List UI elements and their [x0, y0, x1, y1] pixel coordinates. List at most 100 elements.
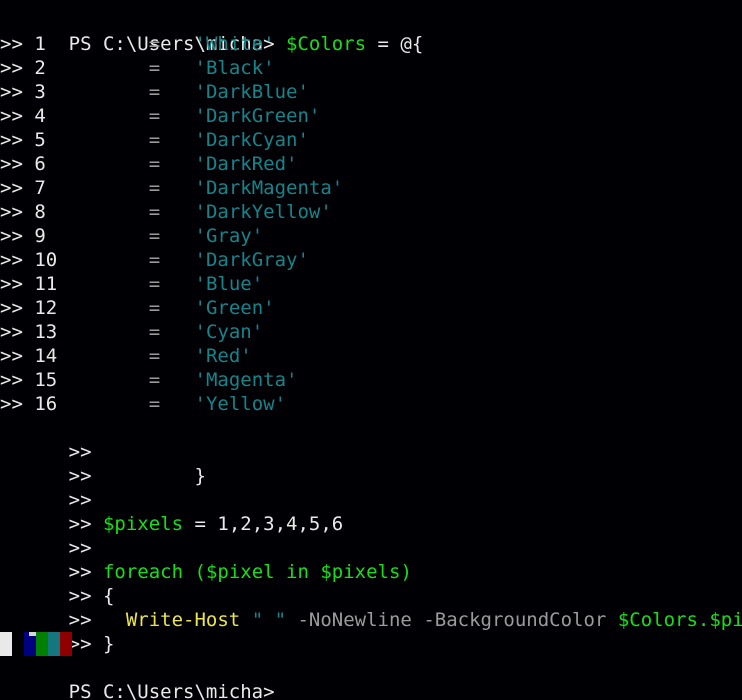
color-swatch-white	[0, 632, 12, 656]
hashtable-value-string: 'DarkGray'	[194, 249, 309, 271]
continuation-prompt: >>	[0, 105, 35, 127]
continuation-prompt: >>	[0, 81, 35, 103]
hashtable-key: 6	[34, 153, 46, 175]
continuation-prompt: >>	[0, 297, 35, 319]
continuation-prompt: >>	[0, 33, 35, 55]
hashtable-key: 5	[34, 129, 46, 151]
padding	[160, 249, 194, 271]
padding	[160, 321, 194, 343]
padding	[46, 129, 149, 151]
hashtable-value-string: 'DarkYellow'	[194, 201, 332, 223]
console-line-hashtable-entry: >> 2 = 'Black'	[0, 56, 742, 80]
continuation-prompt: >>	[0, 57, 35, 79]
console-line-final-prompt[interactable]: PS C:\Users\micha>	[0, 656, 742, 700]
expression-colors-pixel: $Colors.$pixel	[617, 609, 742, 631]
number-list: 1,2,3,4,5,6	[217, 513, 344, 535]
hashtable-value-string: 'White'	[194, 33, 275, 55]
parameter-backgroundcolor: -BackgroundColor	[423, 609, 607, 631]
padding	[160, 153, 194, 175]
padding	[46, 177, 149, 199]
hashtable-equals: =	[148, 297, 161, 319]
padding	[46, 153, 149, 175]
console-line-hashtable-entry: >> 3 = 'DarkBlue'	[0, 80, 742, 104]
hashtable-equals: =	[148, 177, 161, 199]
hashtable-key: 9	[34, 225, 46, 247]
padding	[57, 369, 149, 391]
hashtable-value-string: 'DarkGreen'	[194, 105, 321, 127]
hashtable-equals: =	[148, 393, 161, 415]
console-line-hashtable-entry: >> 6 = 'DarkRed'	[0, 152, 742, 176]
hashtable-equals: =	[148, 273, 161, 295]
padding	[46, 105, 149, 127]
color-swatch-darkred	[60, 632, 72, 656]
padding	[160, 393, 194, 415]
continuation-prompt: >>	[0, 273, 35, 295]
hashtable-key: 7	[34, 177, 46, 199]
hashtable-equals: =	[148, 129, 161, 151]
hashtable-equals: =	[148, 105, 161, 127]
console-line-hashtable-entry: >> 13 = 'Cyan'	[0, 320, 742, 344]
opening-brace: {	[102, 585, 115, 607]
variable-pixels: $pixels	[102, 513, 184, 535]
hashtable-equals: =	[148, 201, 161, 223]
variable-pixels: $pixels	[320, 561, 401, 583]
hashtable-key: 4	[34, 105, 46, 127]
parameter-nonewline: -NoNewline	[297, 609, 412, 631]
continuation-prompt: >>	[0, 393, 35, 415]
hashtable-equals: =	[148, 369, 161, 391]
powershell-console-window[interactable]: PS C:\Users\micha> $Colors = @{ >> 1 = '…	[0, 0, 742, 700]
continuation-prompt: >>	[0, 321, 35, 343]
hashtable-value-string: 'Cyan'	[194, 321, 264, 343]
padding	[160, 81, 194, 103]
console-line-hashtable-entry: >> 5 = 'DarkCyan'	[0, 128, 742, 152]
string-literal-space: " "	[251, 609, 287, 631]
hashtable-key: 3	[34, 81, 46, 103]
padding	[46, 33, 149, 55]
variable-pixel: $pixel	[205, 561, 275, 583]
padding	[160, 129, 194, 151]
console-line-hashtable-entry: >> 10 = 'DarkGray'	[0, 248, 742, 272]
continuation-prompt: >>	[0, 369, 35, 391]
hashtable-value-string: 'Green'	[194, 297, 275, 319]
hashtable-value-string: 'DarkMagenta'	[194, 177, 344, 199]
console-line-pixels-assignment: >> $pixels = 1,2,3,4,5,6	[0, 488, 742, 535]
continuation-prompt: >>	[68, 513, 103, 535]
console-line-hashtable-entry: >> 16 = 'Yellow'	[0, 392, 742, 416]
hashtable-value-string: 'Black'	[194, 57, 275, 79]
shell-prompt: PS C:\Users\micha>	[68, 681, 275, 700]
hashtable-equals: =	[148, 249, 161, 271]
continuation-prompt: >>	[68, 561, 103, 583]
assignment-operator: =	[194, 513, 206, 535]
hashtable-value-string: 'DarkCyan'	[194, 129, 309, 151]
padding	[57, 273, 149, 295]
console-line-hashtable-entry: >> 12 = 'Green'	[0, 296, 742, 320]
padding	[160, 273, 194, 295]
hashtable-key: 2	[34, 57, 46, 79]
padding	[160, 33, 194, 55]
padding	[160, 225, 194, 247]
color-swatch-black	[12, 632, 24, 656]
color-swatch-darkgreen	[36, 632, 48, 656]
padding	[160, 345, 194, 367]
hashtable-open: @{	[400, 33, 424, 55]
hashtable-value-string: 'Yellow'	[194, 393, 287, 415]
closing-brace: }	[102, 633, 115, 655]
color-swatch-darkcyan	[48, 632, 60, 656]
continuation-prompt: >>	[0, 249, 35, 271]
continuation-prompt: >>	[68, 633, 103, 655]
hashtable-equals: =	[148, 57, 161, 79]
close-paren: )	[400, 561, 412, 583]
console-line-hashtable-entry: >> 15 = 'Magenta'	[0, 368, 742, 392]
padding	[57, 249, 149, 271]
padding	[160, 297, 194, 319]
padding	[57, 393, 149, 415]
hashtable-value-string: 'DarkRed'	[194, 153, 298, 175]
console-line-hashtable-entry: >> 11 = 'Blue'	[0, 272, 742, 296]
hashtable-equals: =	[148, 345, 161, 367]
padding	[57, 345, 149, 367]
